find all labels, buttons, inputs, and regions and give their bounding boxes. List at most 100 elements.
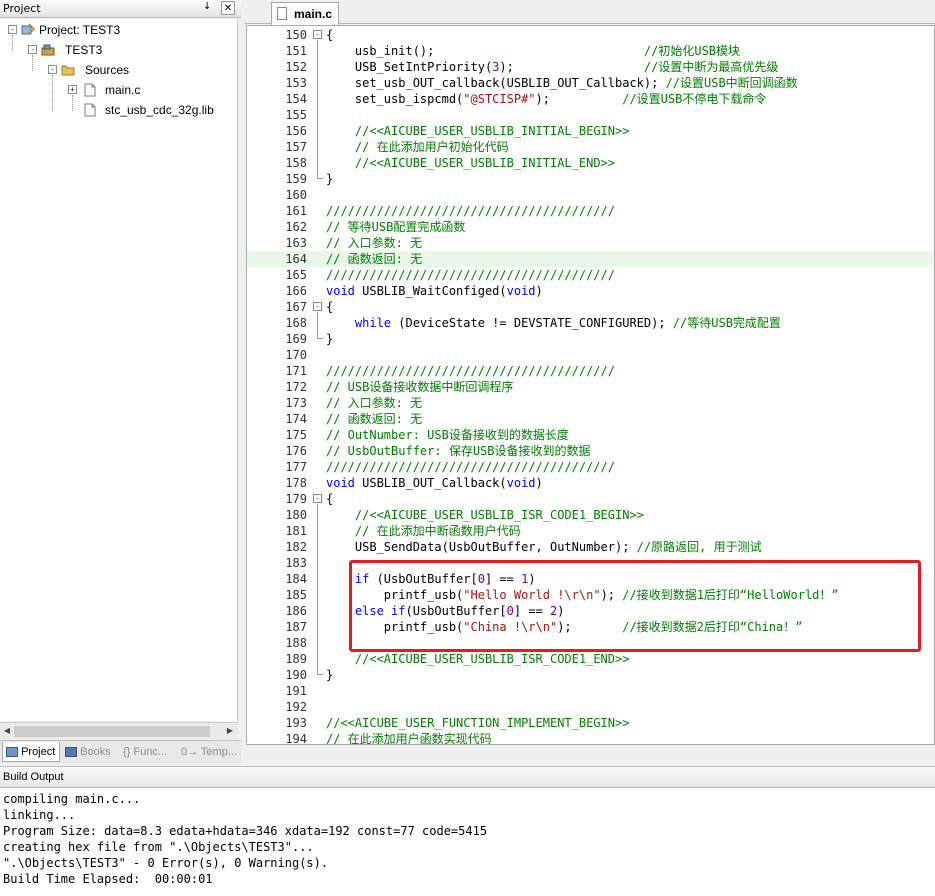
lib-file-icon — [84, 103, 96, 117]
code-line[interactable]: 176 // UsbOutBuffer: 保存USB设备接收到的数据 — [247, 443, 934, 459]
build-log-line: linking... — [3, 808, 76, 822]
code-text: // 在此添加用户初始化代码 — [326, 139, 509, 155]
code-line[interactable]: 159} — [247, 171, 934, 187]
code-text: set_usb_ispcmd("@STCISP#"); //设置USB不停电下载… — [326, 91, 766, 107]
code-text: USB_SendData(UsbOutBuffer, OutNumber); /… — [326, 539, 762, 555]
code-line[interactable]: 181 // 在此添加中断函数用户代码 — [247, 523, 934, 539]
code-comment: // 等待USB配置完成函数 — [326, 220, 466, 234]
fold-collapse-icon[interactable]: - — [313, 494, 322, 503]
code-line[interactable]: 177 /////////////////////////////////////… — [247, 459, 934, 475]
code-line[interactable]: 173 // 入口参数: 无 — [247, 395, 934, 411]
project-panel-title: Project — [3, 2, 41, 15]
code-token: } — [326, 172, 334, 186]
build-output-log[interactable]: compiling main.c... linking... Program S… — [3, 791, 487, 887]
line-number: 161 — [285, 204, 307, 218]
code-line[interactable]: 170 — [247, 347, 934, 363]
code-line[interactable]: 174 // 函数返回: 无 — [247, 411, 934, 427]
code-comment: //////////////////////////////////////// — [326, 268, 615, 282]
code-comment: // USB设备接收数据中断回调程序 — [326, 380, 514, 394]
code-line[interactable]: 192 — [247, 699, 934, 715]
code-text: } — [326, 331, 333, 347]
tab-functions[interactable]: {} Func... — [120, 742, 176, 762]
code-line[interactable]: 155 — [247, 107, 934, 123]
code-line[interactable]: 164 // 函数返回: 无 — [247, 251, 934, 267]
code-editor[interactable]: 150{151 usb_init(); //初始化USB模块 152 USB_Se… — [246, 25, 935, 745]
pin-icon[interactable]: ↓ — [203, 1, 211, 12]
code-line[interactable]: 158 //<<AICUBE_USER_USBLIB_INITIAL_END>> — [247, 155, 934, 171]
code-line[interactable]: 169} — [247, 331, 934, 347]
collapse-icon[interactable]: - — [8, 25, 17, 34]
code-token: USB_SetIntPriority( — [326, 60, 493, 74]
code-line[interactable]: 189 //<<AICUBE_USER_USBLIB_ISR_CODE1_END… — [247, 651, 934, 667]
code-line[interactable]: 171 /////////////////////////////////////… — [247, 363, 934, 379]
code-line[interactable]: 194 // 在此添加用户函数实现代码 — [247, 731, 934, 745]
code-line[interactable]: 172 // USB设备接收数据中断回调程序 — [247, 379, 934, 395]
editor-pane: main.c 150{151 usb_init(); //初始化USB模块 152… — [244, 0, 935, 763]
code-line[interactable]: 166 void USBLIB_WaitConfiged(void) — [247, 283, 934, 299]
code-line[interactable]: 161 /////////////////////////////////////… — [247, 203, 934, 219]
fold-line — [317, 40, 318, 178]
code-line[interactable]: 162 // 等待USB配置完成函数 — [247, 219, 934, 235]
fold-collapse-icon[interactable]: - — [313, 302, 322, 311]
code-line[interactable]: 151 usb_init(); //初始化USB模块 — [247, 43, 934, 59]
scroll-right-icon[interactable]: ▶ — [224, 725, 236, 737]
collapse-icon[interactable]: - — [48, 65, 57, 74]
project-tab-icon — [6, 747, 18, 758]
code-line[interactable]: 163 // 入口参数: 无 — [247, 235, 934, 251]
code-text: //<<AICUBE_USER_USBLIB_INITIAL_BEGIN>> — [326, 123, 630, 139]
fold-collapse-icon[interactable]: - — [313, 30, 322, 39]
expand-icon[interactable]: + — [68, 85, 77, 94]
scroll-left-icon[interactable]: ◀ — [1, 725, 13, 737]
code-line[interactable]: 193 //<<AICUBE_USER_FUNCTION_IMPLEMENT_BE… — [247, 715, 934, 731]
code-text: // USB设备接收数据中断回调程序 — [326, 379, 513, 395]
code-token: USBLIB_WaitConfiged( — [354, 284, 507, 298]
code-line[interactable]: 153 set_usb_OUT_callback(USBLIB_OUT_Call… — [247, 75, 934, 91]
code-token: ) — [535, 476, 543, 490]
editor-horizontal-scrollbar[interactable] — [246, 745, 935, 763]
code-text: { — [326, 27, 333, 43]
code-line[interactable]: 156 //<<AICUBE_USER_USBLIB_INITIAL_BEGIN… — [247, 123, 934, 139]
code-line[interactable]: 180 //<<AICUBE_USER_USBLIB_ISR_CODE1_BEG… — [247, 507, 934, 523]
code-line[interactable]: 178 void USBLIB_OUT_Callback(void) — [247, 475, 934, 491]
code-line[interactable]: 182 USB_SendData(UsbOutBuffer, OutNumber… — [247, 539, 934, 555]
line-number: 183 — [285, 556, 307, 570]
code-line[interactable]: 160 — [247, 187, 934, 203]
code-text: // 入口参数: 无 — [326, 235, 422, 251]
collapse-icon[interactable]: - — [28, 45, 37, 54]
code-line[interactable]: 157 // 在此添加用户初始化代码 — [247, 139, 934, 155]
code-keyword: void — [506, 284, 536, 298]
project-tree-scrollbar[interactable]: ◀ ▶ — [0, 722, 238, 739]
code-line[interactable]: 154 set_usb_ispcmd("@STCISP#"); //设置USB不… — [247, 91, 934, 107]
code-comment: // OutNumber: USB设备接收到的数据长度 — [326, 428, 569, 442]
line-number: 165 — [285, 268, 307, 282]
target-icon — [41, 44, 55, 56]
code-line[interactable]: 175 // OutNumber: USB设备接收到的数据长度 — [247, 427, 934, 443]
code-line[interactable]: 150 { — [247, 27, 934, 43]
code-line[interactable]: 165 /////////////////////////////////////… — [247, 267, 934, 283]
code-line[interactable]: 179 { — [247, 491, 934, 507]
line-number: 194 — [285, 732, 307, 745]
code-comment: // 函数返回: 无 — [326, 412, 423, 426]
code-text: } — [326, 667, 333, 683]
scrollbar-thumb[interactable] — [14, 726, 210, 737]
tab-main-c[interactable]: main.c — [271, 2, 339, 25]
code-line[interactable]: 167 { — [247, 299, 934, 315]
build-log-line: ".\Objects\TEST3" - 0 Error(s), 0 Warnin… — [3, 856, 329, 870]
code-text: //////////////////////////////////////// — [326, 459, 615, 475]
tab-templates[interactable]: 0→ Temp... — [178, 742, 238, 762]
code-line[interactable]: 190} — [247, 667, 934, 683]
build-output-title: Build Output — [3, 771, 64, 783]
code-token: } — [326, 332, 334, 346]
close-icon[interactable]: ✕ — [221, 1, 235, 15]
code-line[interactable]: 191 — [247, 683, 934, 699]
editor-tab-bar: main.c — [244, 0, 935, 25]
tab-books[interactable]: Books — [62, 742, 118, 762]
line-number: 193 — [285, 716, 307, 730]
code-line[interactable]: 152 USB_SetIntPriority(3); //设置中断为最高优先级 — [247, 59, 934, 75]
tab-project[interactable]: Project — [2, 742, 60, 762]
code-line[interactable]: 168 while (DeviceState != DEVSTATE_CONFI… — [247, 315, 934, 331]
build-log-line: Program Size: data=8.3 edata+hdata=346 x… — [3, 824, 488, 838]
code-text: void USBLIB_OUT_Callback(void) — [326, 475, 543, 491]
code-comment: //设置USB不停电下载命令 — [622, 92, 767, 106]
